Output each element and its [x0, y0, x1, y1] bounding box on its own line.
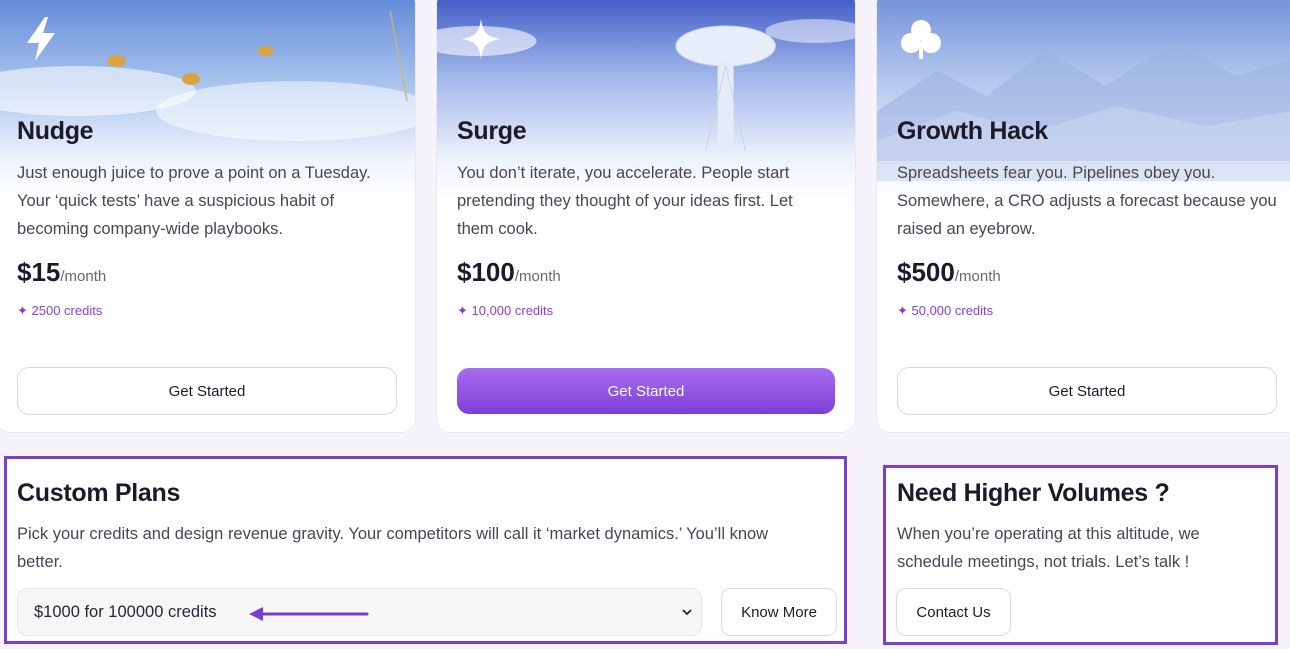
plan-price: $15/month: [17, 257, 106, 288]
contact-us-button[interactable]: Contact Us: [896, 588, 1011, 636]
plan-description: You don’t iterate, you accelerate. Peopl…: [457, 164, 793, 238]
plan-title: Growth Hack: [897, 117, 1048, 145]
price-period: /month: [954, 268, 1001, 285]
higher-volumes-title: Need Higher Volumes ?: [897, 479, 1170, 507]
plan-price: $500/month: [897, 257, 1001, 288]
sparkle-icon: [455, 13, 507, 65]
arrow-left-icon: [249, 607, 369, 621]
chevron-down-icon: [682, 609, 692, 616]
plan-credits: ✦ 50,000 credits: [897, 303, 994, 318]
price-amount: $500: [897, 257, 955, 287]
plan-title: Surge: [457, 117, 527, 145]
get-started-button[interactable]: Get Started: [17, 367, 397, 415]
plan-price: $100/month: [457, 257, 561, 288]
get-started-button[interactable]: Get Started: [897, 367, 1277, 415]
price-period: /month: [514, 268, 561, 285]
higher-volumes-description: When you’re operating at this altitude, …: [897, 525, 1200, 571]
pricing-page: Nudge Just enough juice to prove a point…: [0, 0, 1290, 649]
higher-volumes-panel: Need Higher Volumes ? When you’re operat…: [883, 465, 1278, 645]
lightning-icon: [15, 13, 67, 65]
plan-credits: ✦ 10,000 credits: [457, 303, 554, 318]
price-period: /month: [60, 268, 107, 285]
price-amount: $15: [17, 257, 61, 287]
clover-icon: [895, 13, 947, 65]
plan-card-surge: Surge You don’t iterate, you accelerate.…: [436, 0, 856, 433]
custom-plans-title: Custom Plans: [17, 479, 181, 507]
get-started-button[interactable]: Get Started: [457, 368, 835, 414]
custom-plans-description: Pick your credits and design revenue gra…: [17, 525, 769, 571]
plan-description: Spreadsheets fear you. Pipelines obey yo…: [897, 164, 1277, 238]
plan-credits: ✦ 2500 credits: [17, 303, 103, 318]
price-amount: $100: [457, 257, 515, 287]
plan-card-growth-hack: Growth Hack Spreadsheets fear you. Pipel…: [876, 0, 1290, 433]
plan-title: Nudge: [17, 117, 94, 145]
custom-plans-panel: Custom Plans Pick your credits and desig…: [4, 456, 847, 644]
know-more-button[interactable]: Know More: [721, 588, 837, 636]
credits-select-value: $1000 for 100000 credits: [34, 602, 217, 621]
plan-description: Just enough juice to prove a point on a …: [17, 164, 371, 238]
plan-card-nudge: Nudge Just enough juice to prove a point…: [0, 0, 416, 433]
